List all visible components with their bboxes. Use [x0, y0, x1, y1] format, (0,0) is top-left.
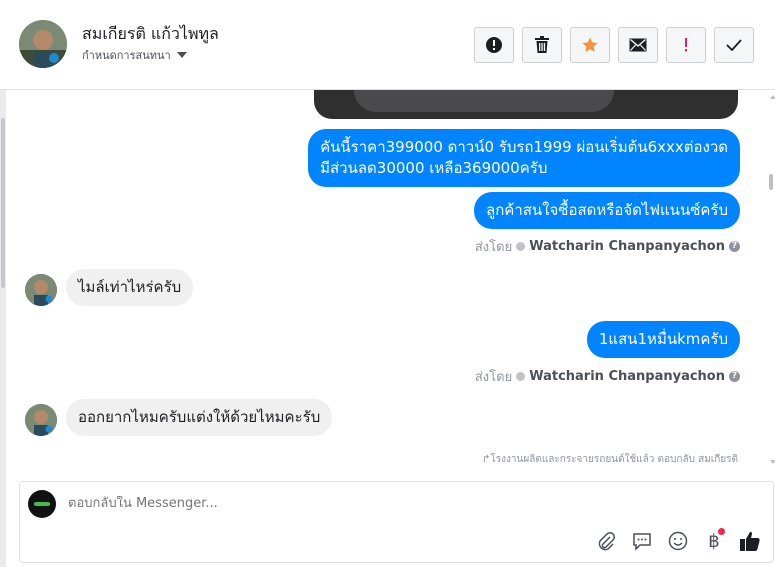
message-thread: คันนี้ราคา399000 ดาวน์0 รับรถ1999 ผ่อนเร…: [6, 90, 766, 470]
sent-by-info: ส่งโดย Watcharin Chanpanyachon ?: [475, 236, 740, 257]
reply-attribution: ↱โรงงานผลิตและกระจายรถยนต์ใช้แล้ว ตอบกลั…: [482, 452, 738, 467]
contact-avatar[interactable]: [19, 20, 67, 68]
reply-note-text: โรงงานผลิตและกระจายรถยนต์ใช้แล้ว ตอบกลับ…: [490, 454, 738, 465]
message-text: 1แสน1หมื่นkmครับ: [598, 330, 728, 348]
scroll-down-arrow-icon[interactable]: [770, 460, 775, 464]
sender-name[interactable]: Watcharin Chanpanyachon: [529, 369, 725, 384]
incoming-message[interactable]: ไมล์เท่าไหร่ครับ: [66, 269, 194, 306]
thumbs-up-icon: [740, 531, 760, 551]
shared-image[interactable]: [314, 90, 738, 119]
help-icon[interactable]: ?: [729, 241, 740, 252]
contact-avatar-small[interactable]: [25, 274, 57, 306]
reply-input[interactable]: [68, 496, 568, 511]
message-text: ลูกค้าสนใจซื้อสดหรือจัดไฟแนนซ์ครับ: [486, 201, 728, 219]
checkmark-icon: [726, 39, 742, 51]
contact-avatar-small[interactable]: [25, 404, 57, 436]
emoji-button[interactable]: [667, 530, 689, 552]
envelope-icon: [629, 38, 647, 52]
sender-name[interactable]: Watcharin Chanpanyachon: [529, 239, 725, 254]
paperclip-icon: [598, 532, 615, 551]
mark-done-button[interactable]: [714, 27, 754, 63]
star-button[interactable]: [570, 27, 610, 63]
composer-tools: ฿: [595, 528, 761, 552]
outgoing-message[interactable]: ลูกค้าสนใจซื้อสดหรือจัดไฟแนนซ์ครับ: [474, 192, 740, 229]
attach-button[interactable]: [595, 530, 617, 552]
exclamation-circle-icon: [486, 37, 502, 53]
trash-icon: [535, 36, 549, 53]
verified-icon: [516, 242, 526, 251]
help-icon[interactable]: ?: [729, 371, 740, 382]
star-icon: [582, 37, 598, 52]
report-button[interactable]: [474, 27, 514, 63]
left-scroll-thumb[interactable]: [1, 118, 5, 288]
verified-icon: [516, 372, 526, 381]
scroll-thumb[interactable]: [769, 174, 773, 190]
mark-important-button[interactable]: [666, 27, 706, 63]
message-scrollbar[interactable]: [766, 90, 775, 470]
conversation-settings-label: กำหนดการสนทนา: [82, 49, 171, 62]
sent-by-label: ส่งโดย: [474, 370, 513, 385]
caret-down-icon: [176, 52, 187, 58]
email-button[interactable]: [618, 27, 658, 63]
outgoing-message[interactable]: 1แสน1หมื่นkmครับ: [586, 321, 740, 358]
conversation-settings[interactable]: กำหนดการสนทนา: [82, 46, 187, 64]
incoming-message[interactable]: ออกยากไหมครับแต่งให้ด้วยไหมคะรับ: [66, 399, 333, 436]
message-composer: ฿: [19, 481, 774, 563]
sent-by-info: ส่งโดย Watcharin Chanpanyachon ?: [475, 366, 740, 387]
exclamation-icon: [685, 38, 687, 52]
message-text: ไมล์เท่าไหร่ครับ: [78, 278, 182, 296]
page-avatar: [28, 490, 56, 518]
contact-name[interactable]: สมเกียรติ แก้วไพทูล: [82, 22, 219, 47]
speech-bubble-icon: [633, 533, 651, 551]
message-text-line: มีส่วนลด30000 เหลือ369000ครับ: [320, 159, 548, 177]
message-text: ออกยากไหมครับแต่งให้ด้วยไหมคะรับ: [78, 408, 321, 426]
payment-button[interactable]: ฿: [703, 528, 725, 552]
scroll-up-arrow-icon[interactable]: [770, 95, 775, 99]
conversation-header: สมเกียรติ แก้วไพทูล กำหนดการสนทนา: [0, 0, 775, 90]
like-button[interactable]: [739, 530, 761, 552]
outgoing-message[interactable]: คันนี้ราคา399000 ดาวน์0 รับรถ1999 ผ่อนเร…: [308, 129, 740, 187]
saved-replies-button[interactable]: [631, 530, 653, 552]
sent-by-label: ส่งโดย: [474, 240, 513, 255]
delete-button[interactable]: [522, 27, 562, 63]
header-actions: [474, 27, 754, 63]
notification-dot: [718, 528, 725, 535]
message-text-line: คันนี้ราคา399000 ดาวน์0 รับรถ1999 ผ่อนเร…: [320, 138, 728, 156]
smiley-icon: [668, 531, 688, 551]
